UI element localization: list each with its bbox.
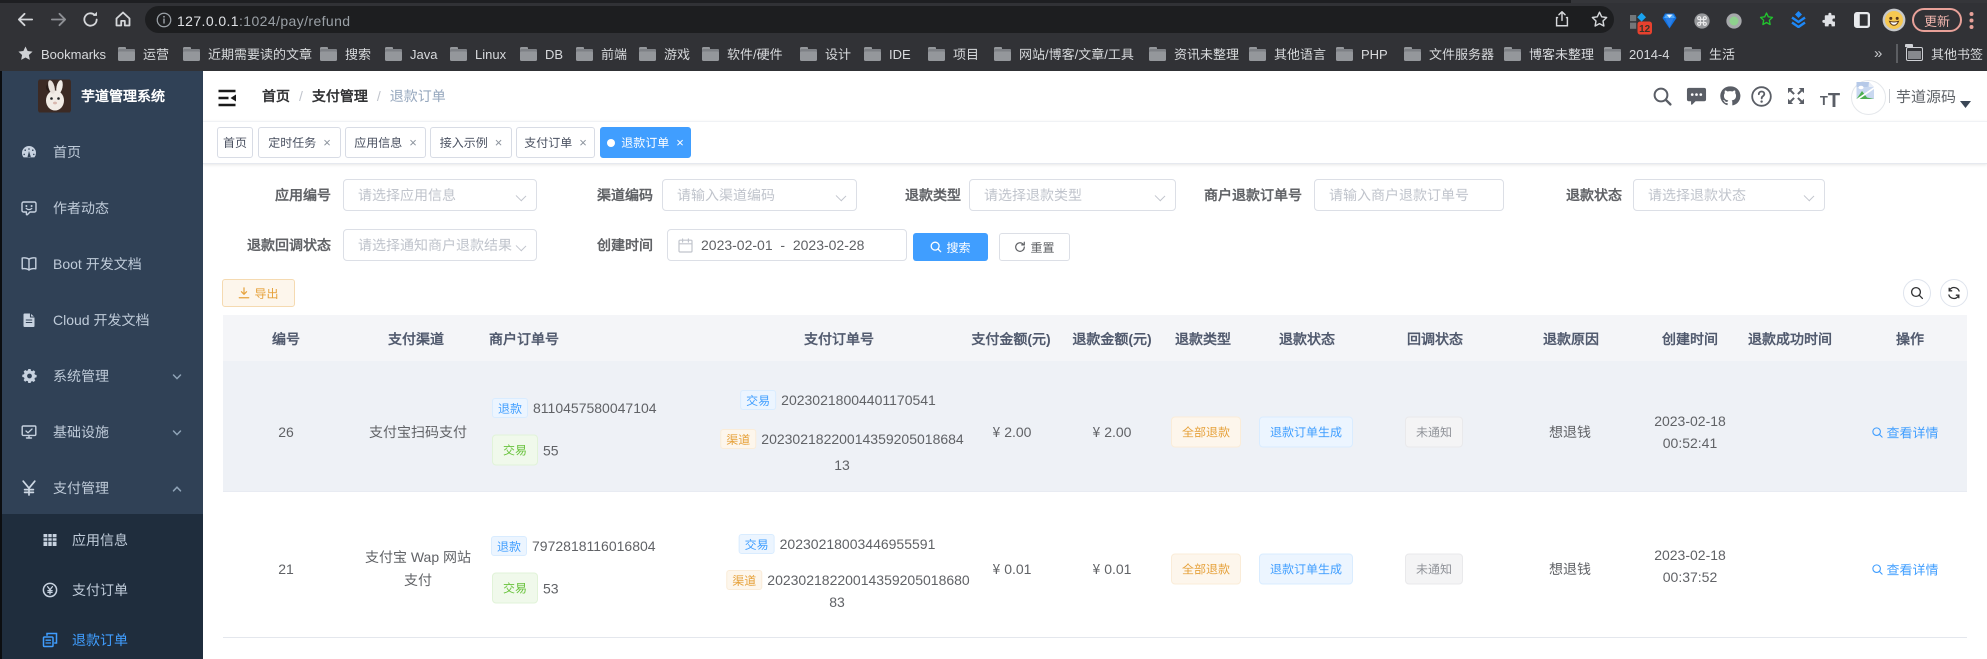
svg-text:12: 12	[1639, 24, 1651, 35]
